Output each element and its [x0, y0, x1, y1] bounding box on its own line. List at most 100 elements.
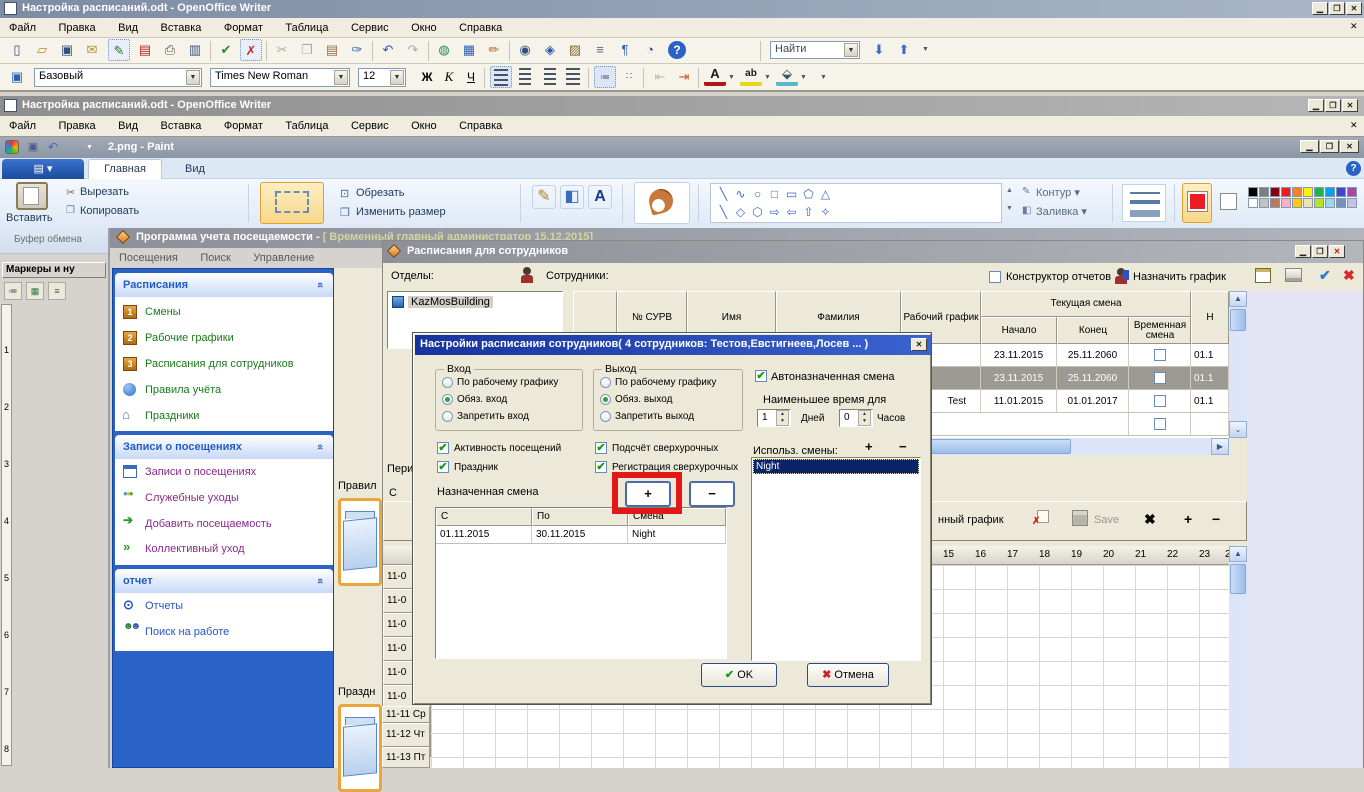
shape-hexagon-icon[interactable]: ⬡ [749, 204, 766, 221]
paste-button[interactable]: Вставить [6, 212, 53, 224]
collapse-icon[interactable]: « [308, 578, 332, 584]
palette-color[interactable] [1303, 187, 1313, 197]
select-tool-button[interactable] [260, 182, 324, 224]
align-left-icon[interactable] [490, 66, 512, 88]
shape-triangle-icon[interactable]: △ [817, 186, 834, 203]
day-row[interactable]: 11-13 Пт [382, 747, 430, 768]
pencil-tool-icon[interactable]: ✎ [532, 185, 556, 209]
menu-view[interactable]: Вид [109, 117, 147, 135]
background-color-icon[interactable]: ⬙ [776, 66, 798, 86]
hyperlink-icon[interactable]: ◍ [433, 39, 455, 61]
subtract-icon[interactable]: − [1212, 511, 1220, 527]
save-button[interactable]: Save [1094, 514, 1119, 526]
align-center-icon[interactable] [514, 66, 536, 88]
cancel-button[interactable]: ✖ Отмена [807, 663, 889, 687]
holidays-folder-icon[interactable] [338, 704, 382, 792]
day-row[interactable]: 11-12 Чт [382, 723, 430, 747]
draw-icon[interactable]: ✏ [483, 39, 505, 61]
justify-icon[interactable] [562, 66, 584, 88]
hours-spinner[interactable]: 0 ▲▼ [839, 409, 873, 427]
close-icon[interactable]: ✕ [1342, 99, 1358, 112]
minimize-icon[interactable]: ▁ [1308, 99, 1324, 112]
formatting-marks-icon[interactable]: ¶ [614, 39, 636, 61]
palette-color[interactable] [1303, 198, 1313, 208]
cancel-icon[interactable]: ✖ [1343, 267, 1355, 284]
find-next-icon[interactable]: ⬇ [868, 39, 890, 61]
gallery-icon[interactable]: ▨ [564, 39, 586, 61]
cell-end[interactable]: 25.11.2060 [1057, 367, 1129, 390]
menu-insert[interactable]: Вставка [151, 19, 210, 37]
ok-button[interactable]: ✔ OK [701, 663, 777, 687]
fill-tool-icon[interactable]: ◧ [560, 185, 584, 209]
scroll-right-icon[interactable]: ▶ [1211, 438, 1229, 455]
shifts-add-icon[interactable]: + [865, 439, 873, 454]
close-icon[interactable]: ✕ [1346, 2, 1362, 15]
assigned-cell-from[interactable]: 01.11.2015 [436, 526, 532, 544]
toolbar2-overflow-icon[interactable]: ▼ [820, 74, 827, 81]
sidebar-item-holidays[interactable]: Праздники [145, 410, 199, 422]
redo-icon[interactable]: ↷ [402, 39, 424, 61]
resize-button[interactable]: Изменить размер [356, 206, 446, 218]
maximize-icon[interactable]: ❐ [1320, 140, 1339, 153]
styles-icon[interactable]: ▣ [6, 66, 28, 88]
assigned-cell-to[interactable]: 30.11.2015 [532, 526, 628, 544]
navigator-icon[interactable]: ◈ [539, 39, 561, 61]
exit-by-schedule-radio[interactable] [600, 377, 611, 388]
tree-item-kazmosbuilding[interactable]: KazMosBuilding [408, 296, 493, 308]
bullet-list-icon[interactable]: ∷ [618, 66, 640, 88]
paint-menu-button[interactable]: ▤ ▾ [2, 159, 84, 179]
calendar-icon[interactable] [1255, 268, 1271, 283]
palette-color[interactable] [1336, 187, 1346, 197]
assign-schedule-button[interactable]: Назначить график [1133, 271, 1226, 283]
temp-shift-checkbox[interactable] [1154, 349, 1166, 361]
font-name-combo[interactable]: Times New Roman▼ [210, 68, 350, 87]
palette-color[interactable] [1292, 198, 1302, 208]
palette-color[interactable] [1259, 187, 1269, 197]
text-tool-icon[interactable]: A [588, 185, 612, 209]
shift-item-selected[interactable]: Night [753, 459, 919, 474]
underline-icon[interactable]: Ч [460, 66, 482, 88]
shape-arrow-left-icon[interactable]: ⇦ [783, 204, 800, 221]
highlight-dropdown-icon[interactable]: ▼ [764, 74, 771, 81]
palette-color[interactable] [1347, 187, 1357, 197]
qat-redo-icon[interactable]: ↷ [64, 137, 82, 157]
toolbar-overflow-icon[interactable]: ▼ [922, 46, 929, 53]
paste-icon[interactable] [16, 182, 48, 210]
highlight-icon[interactable]: ab [740, 66, 762, 86]
sidebar-item-search-at-work[interactable]: Поиск на работе [145, 626, 229, 638]
restore-icon[interactable]: ❐ [1312, 245, 1328, 258]
background-dropdown-icon[interactable]: ▼ [800, 74, 807, 81]
exit-required-radio[interactable] [600, 394, 611, 405]
cell-extra[interactable]: 01.1 [1191, 367, 1229, 390]
copy-button[interactable]: Копировать [80, 205, 139, 217]
menu-window[interactable]: Окно [402, 117, 446, 135]
brush-tool-button[interactable] [634, 182, 690, 224]
menu-tools[interactable]: Сервис [342, 117, 398, 135]
section-schedules-header[interactable]: Расписания« [115, 273, 333, 297]
tab-view[interactable]: Вид [166, 159, 224, 179]
minimize-icon[interactable]: ▁ [1300, 140, 1319, 153]
cell-end[interactable]: 25.11.2060 [1057, 344, 1129, 367]
save-icon[interactable]: ▣ [56, 39, 78, 61]
auto-shift-checkbox[interactable]: ✔ [755, 370, 767, 382]
palette-color[interactable] [1270, 198, 1280, 208]
spinner-arrows-icon[interactable]: ▲▼ [858, 410, 871, 426]
cell-start[interactable]: 23.11.2015 [981, 367, 1057, 390]
shape-line2-icon[interactable]: ╲ [715, 204, 732, 221]
minimize-icon[interactable]: ▁ [1295, 245, 1311, 258]
qat-undo-icon[interactable]: ↶ [44, 137, 62, 157]
bold-icon[interactable]: Ж [416, 66, 438, 88]
cell-extra[interactable]: 01.1 [1191, 344, 1229, 367]
department-person-icon[interactable] [519, 266, 535, 284]
day-row[interactable]: 11-11 Ср [382, 706, 430, 723]
sidebar-item-add-attendance[interactable]: Добавить посещаемость [145, 518, 272, 530]
add-icon[interactable]: + [1184, 511, 1192, 527]
table-vscrollbar[interactable]: ▲ ▼ [1229, 291, 1247, 438]
doc-close-icon[interactable]: ✕ [1350, 21, 1358, 32]
shape-polygon-icon[interactable]: ⬠ [800, 186, 817, 203]
menu-help[interactable]: Справка [450, 117, 511, 135]
shifts-remove-icon[interactable]: − [899, 439, 907, 454]
doc-close-icon[interactable]: ✕ [1350, 120, 1358, 131]
confirm-icon[interactable]: ✔ [1319, 267, 1331, 284]
scroll-corner-icon[interactable]: ⌄ [1229, 421, 1247, 438]
